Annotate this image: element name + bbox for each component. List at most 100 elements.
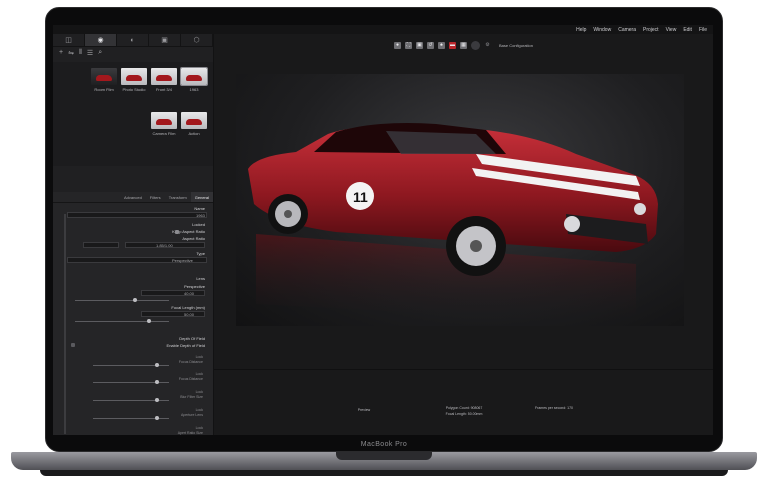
- gallery-icon[interactable]: ▦: [459, 41, 467, 49]
- thumbnail-label: Camera Film: [152, 131, 176, 136]
- menu-items: Help Window Camera Project View Edit Fil…: [576, 27, 707, 33]
- viewport-divider: [214, 369, 713, 370]
- render-viewport: ● ⛶ ▣ ↺ ♠ ▬ ▦ ⚙ Base Configuration 11 Fr…: [214, 34, 713, 435]
- thumbnail-label: Room Film: [94, 87, 114, 92]
- focal-label: Focal Length (mm): [171, 305, 205, 310]
- name-field[interactable]: 1963: [67, 212, 207, 218]
- perspective-label: Perspective: [184, 284, 205, 289]
- svg-text:11: 11: [353, 189, 368, 205]
- focus-distance-handle[interactable]: [155, 363, 159, 367]
- thumbnail-image: [121, 68, 147, 85]
- aspect-preset-dropdown[interactable]: [83, 242, 119, 248]
- camera-thumb-room[interactable]: Room Film: [91, 68, 117, 96]
- dof-row-label: Lock: [195, 355, 203, 359]
- focal-field[interactable]: 50.00: [141, 311, 205, 317]
- aspect-label: Aspect Ratio: [182, 236, 205, 241]
- render-icon[interactable]: ●: [393, 41, 401, 49]
- menu-camera[interactable]: Camera: [618, 27, 636, 33]
- search-icon[interactable]: ⌕: [98, 49, 102, 57]
- sync-icon[interactable]: ⇋: [68, 49, 74, 57]
- blur-handle[interactable]: [155, 398, 159, 402]
- panels-icon[interactable]: ◫: [53, 34, 85, 46]
- sidebar-tabs: ◫ ◉ ◐ ▣ ⬡: [53, 34, 213, 47]
- thumbnail-image: [151, 112, 177, 129]
- cube-icon[interactable]: ⬡: [181, 34, 213, 46]
- dof-row-label: Lock: [195, 390, 203, 394]
- dof-row-label: Aperture Lens: [181, 413, 203, 417]
- tab-filters[interactable]: Filters: [146, 192, 165, 202]
- fullscreen-icon[interactable]: ⛶: [404, 41, 412, 49]
- thumbnail-label: Photo Studio: [122, 87, 146, 92]
- columns-icon[interactable]: ⫴: [79, 49, 82, 57]
- thumbnail-image: [151, 68, 177, 85]
- car-render-image: 11: [236, 74, 684, 326]
- menu-project[interactable]: Project: [643, 27, 659, 33]
- camera-thumb-1963[interactable]: 1963: [180, 67, 208, 96]
- menu-help[interactable]: Help: [576, 27, 586, 33]
- properties-panel: Advanced Filters Transform General Name …: [53, 192, 213, 435]
- perspective-field[interactable]: 40.00: [141, 290, 205, 296]
- dof-row-label: Lock: [195, 372, 203, 376]
- configuration-selector[interactable]: Base Configuration: [499, 43, 533, 48]
- keep-aspect-checkbox[interactable]: [175, 230, 179, 234]
- app-screen: Help Window Camera Project View Edit Fil…: [53, 25, 713, 435]
- dof-row-label: Lock: [195, 408, 203, 412]
- settings-icon[interactable]: ⚙: [484, 42, 491, 49]
- sidebar-toolbar: + ⇋ ⫴ ☰ ⌕: [53, 47, 213, 58]
- thumbnail-image: [181, 112, 207, 129]
- preview-label: Preview: [357, 408, 371, 412]
- device-label: MacBook Pro: [360, 441, 408, 448]
- enable-dof-label: Enable Depth of Field: [166, 343, 205, 348]
- tab-transform[interactable]: Transform: [165, 192, 191, 202]
- menu-window[interactable]: Window: [593, 27, 611, 33]
- sphere-icon[interactable]: [470, 40, 480, 50]
- lid-notch: [336, 452, 432, 460]
- sidebar: ◫ ◉ ◐ ▣ ⬡ + ⇋ ⫴ ☰ ⌕ 1963 Front 3/4 Photo…: [53, 34, 214, 435]
- focal-slider[interactable]: [75, 321, 169, 322]
- add-icon[interactable]: +: [59, 49, 63, 56]
- dof-row-label: Lock: [195, 426, 203, 430]
- screen-icon[interactable]: ▬: [448, 41, 456, 49]
- tab-advanced[interactable]: Advanced: [120, 192, 146, 202]
- list-icon[interactable]: ☰: [87, 49, 93, 57]
- menu-file[interactable]: File: [699, 27, 707, 33]
- focus-distance-handle[interactable]: [155, 380, 159, 384]
- enable-dof-checkbox[interactable]: [71, 343, 75, 347]
- menu-bar: Help Window Camera Project View Edit Fil…: [53, 25, 713, 34]
- perspective-slider-handle[interactable]: [133, 298, 137, 302]
- focal-slider-handle[interactable]: [147, 319, 151, 323]
- camera-thumb-studio[interactable]: Photo Studio: [121, 68, 147, 96]
- reset-icon[interactable]: ↺: [426, 41, 434, 49]
- dof-row-label: Blur Filter Size: [180, 395, 203, 399]
- macbook-frame: Help Window Camera Project View Edit Fil…: [0, 0, 768, 496]
- properties-tabs: Advanced Filters Transform General: [53, 192, 213, 203]
- aspect-field[interactable]: 1.85/1.00: [125, 242, 205, 248]
- tab-general[interactable]: General: [190, 192, 213, 202]
- camera-thumbnails: 1963 Front 3/4 Photo Studio Room Film Ac…: [53, 62, 213, 166]
- car-illustration: 11: [248, 123, 658, 324]
- camera-thumb-action[interactable]: Action: [181, 112, 207, 140]
- library-icon[interactable]: ▣: [149, 34, 181, 46]
- aperture-handle[interactable]: [155, 416, 159, 420]
- perspective-slider[interactable]: [75, 300, 169, 301]
- viewport-toolbar: ● ⛶ ▣ ↺ ♠ ▬ ▦ ⚙ Base Configuration: [214, 34, 713, 56]
- camera-thumb-front[interactable]: Front 3/4: [151, 68, 177, 96]
- thumbnail-label: 1963: [189, 87, 199, 92]
- dof-row-label: Focus Distance: [178, 377, 203, 381]
- thumbnail-label: Front 3/4: [155, 87, 172, 92]
- tree-icon[interactable]: ♠: [437, 41, 445, 49]
- properties-scrollbar[interactable]: [64, 214, 66, 434]
- menu-view[interactable]: View: [666, 27, 677, 33]
- camera-thumb-film[interactable]: Camera Film: [151, 112, 177, 140]
- snapshot-icon[interactable]: ▣: [415, 41, 423, 49]
- fps-readout: Frames per second: 170: [535, 406, 573, 410]
- thumbnail-image: [91, 68, 117, 85]
- camera-icon[interactable]: ◉: [85, 34, 117, 46]
- menu-edit[interactable]: Edit: [683, 27, 692, 33]
- dof-row-label: Focus Distance: [178, 360, 203, 364]
- type-dropdown[interactable]: Perspective: [67, 257, 207, 263]
- base-shadow: [40, 470, 728, 476]
- palette-icon[interactable]: ◐: [117, 34, 149, 46]
- polygon-count: Polygon Count: 908067: [445, 406, 483, 410]
- locked-label: Locked: [192, 222, 205, 227]
